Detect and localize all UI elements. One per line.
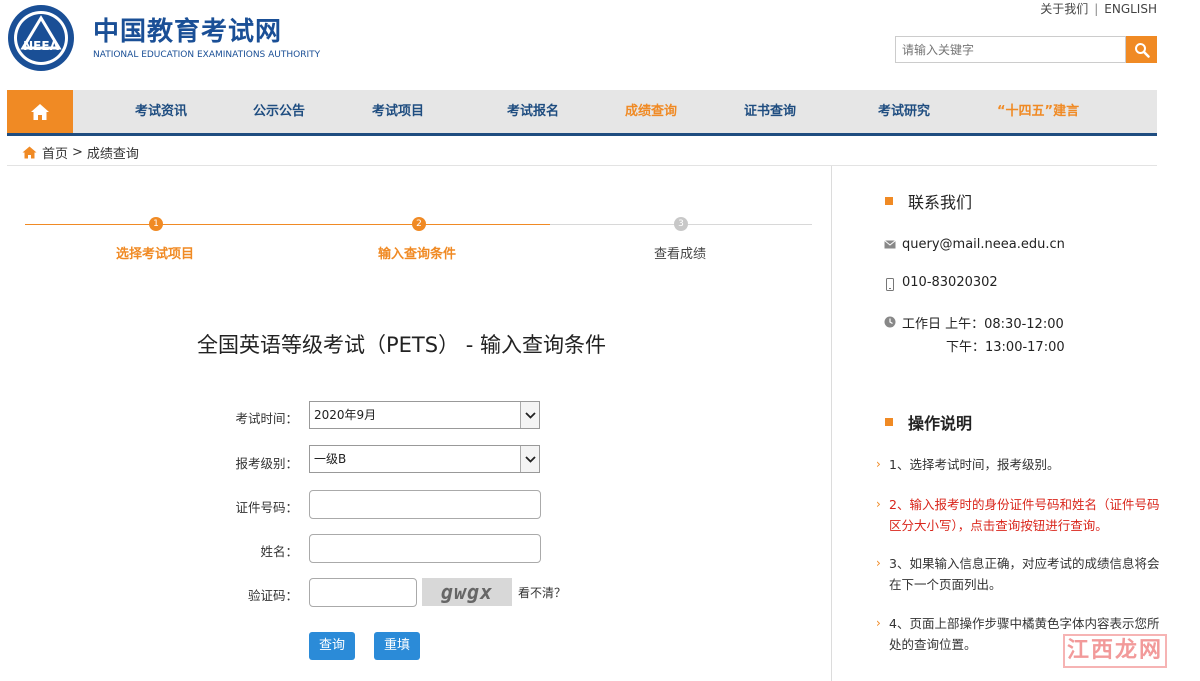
name-label: 姓名： [260, 544, 298, 559]
main-nav: 考试资讯 公示公告 考试项目 考试报名 成绩查询 证书查询 考试研究 “十四五”… [7, 90, 1157, 136]
about-us-link[interactable]: 关于我们 [1040, 2, 1088, 16]
step-1-dot: 1 [149, 217, 163, 231]
step-3-dot: 3 [674, 217, 688, 231]
instruction-item: › 3、如果输入信息正确，对应考试的成绩信息将会在下一个页面列出。 [876, 553, 1166, 595]
contact-hours-am: 工作日 上午：08:30-12:00 [902, 317, 1064, 332]
watermark: 江西龙网 [1063, 634, 1167, 668]
nav-item-exam-research[interactable]: 考试研究 [878, 90, 930, 133]
contact-email: query@mail.neea.edu.cn [884, 237, 1065, 252]
neea-logo-icon: NEEA [8, 5, 74, 71]
contact-hours-pm: 下午：13:00-17:00 [946, 340, 1065, 355]
captcha-input[interactable] [309, 578, 417, 607]
step-2-label: 输入查询条件 [378, 247, 457, 262]
bullet-square-icon [885, 197, 893, 205]
contact-email-text[interactable]: query@mail.neea.edu.cn [902, 237, 1065, 252]
nav-item-exam-news[interactable]: 考试资讯 [135, 90, 187, 133]
top-links: 关于我们 | ENGLISH [1040, 0, 1157, 17]
nav-item-announcements[interactable]: 公示公告 [253, 90, 305, 133]
page-title: 全国英语等级考试（PETS） - 输入查询条件 [197, 333, 607, 357]
mail-icon [884, 237, 896, 249]
search-icon [1134, 42, 1150, 58]
top-links-separator: | [1094, 2, 1099, 16]
instructions-heading: 操作说明 [885, 410, 972, 434]
chevron-down-icon [520, 402, 539, 428]
contact-phone: 010-83020302 [884, 275, 998, 291]
logo-badge: NEEA [23, 39, 59, 53]
step-3-label: 查看成绩 [654, 247, 707, 262]
breadcrumb-home[interactable]: 首页 [42, 143, 68, 162]
id-number-label: 证件号码： [235, 500, 298, 515]
nav-item-exam-projects[interactable]: 考试项目 [372, 90, 424, 133]
level-label: 报考级别： [235, 456, 298, 471]
breadcrumb-home-icon [22, 146, 37, 159]
sidebar-divider [831, 166, 832, 681]
chevron-right-icon: › [876, 497, 881, 511]
breadcrumb-separator: > [72, 145, 83, 160]
english-link[interactable]: ENGLISH [1104, 2, 1157, 16]
nav-home-button[interactable] [7, 90, 73, 133]
instruction-text: 1、选择考试时间，报考级别。 [889, 457, 1060, 472]
nav-item-score-query[interactable]: 成绩查询 [625, 90, 677, 133]
step-1-label: 选择考试项目 [116, 247, 195, 262]
level-value: 一级B [314, 452, 347, 466]
breadcrumb: 首页 > 成绩查询 [22, 143, 139, 162]
reset-button[interactable]: 重填 [374, 632, 420, 660]
chevron-right-icon: › [876, 457, 881, 471]
chevron-right-icon: › [876, 616, 881, 630]
breadcrumb-divider [7, 165, 1157, 166]
chevron-right-icon: › [876, 556, 881, 570]
search-box [895, 36, 1157, 63]
contact-title: 联系我们 [908, 193, 973, 212]
exam-time-select[interactable]: 2020年9月 [309, 401, 540, 429]
exam-time-value: 2020年9月 [314, 408, 377, 422]
captcha-image[interactable]: gwgx [422, 578, 512, 606]
step-2-dot: 2 [412, 217, 426, 231]
instruction-text: 3、如果输入信息正确，对应考试的成绩信息将会在下一个页面列出。 [889, 556, 1160, 592]
instruction-item: › 1、选择考试时间，报考级别。 [876, 454, 1166, 475]
site-logo[interactable]: NEEA 中国教育考试网 NATIONAL EDUCATION EXAMINAT… [7, 4, 320, 72]
phone-icon [884, 275, 896, 291]
captcha-refresh-link[interactable]: 看不清？ [518, 584, 566, 601]
logo-title: 中国教育考试网 [93, 16, 283, 47]
search-input[interactable] [895, 36, 1126, 63]
instruction-item: › 2、输入报考时的身份证件号码和姓名（证件号码区分大小写），点击查询按钮进行查… [876, 494, 1166, 536]
instruction-text: 2、输入报考时的身份证件号码和姓名（证件号码区分大小写），点击查询按钮进行查询。 [889, 497, 1160, 533]
nav-item-certificate-query[interactable]: 证书查询 [744, 90, 796, 133]
query-button[interactable]: 查询 [309, 632, 355, 660]
captcha-label: 验证码： [247, 588, 298, 603]
name-input[interactable] [309, 534, 541, 563]
home-icon [31, 103, 49, 120]
nav-item-suggestions[interactable]: “十四五”建言 [997, 90, 1079, 133]
contact-hours: 工作日 上午：08:30-12:00 [884, 313, 1064, 332]
steps-progress-line [25, 224, 550, 225]
logo-subtitle: NATIONAL EDUCATION EXAMINATIONS AUTHORIT… [93, 49, 321, 60]
exam-time-label: 考试时间： [235, 411, 298, 426]
chevron-down-icon [520, 446, 539, 472]
clock-icon [884, 313, 896, 328]
id-number-input[interactable] [309, 490, 541, 519]
bullet-square-icon [885, 418, 893, 426]
breadcrumb-current: 成绩查询 [86, 147, 139, 162]
instructions-title: 操作说明 [908, 414, 973, 433]
contact-heading: 联系我们 [885, 189, 972, 213]
search-button[interactable] [1126, 36, 1157, 63]
level-select[interactable]: 一级B [309, 445, 540, 473]
contact-phone-text: 010-83020302 [902, 275, 998, 290]
nav-item-registration[interactable]: 考试报名 [507, 90, 559, 133]
